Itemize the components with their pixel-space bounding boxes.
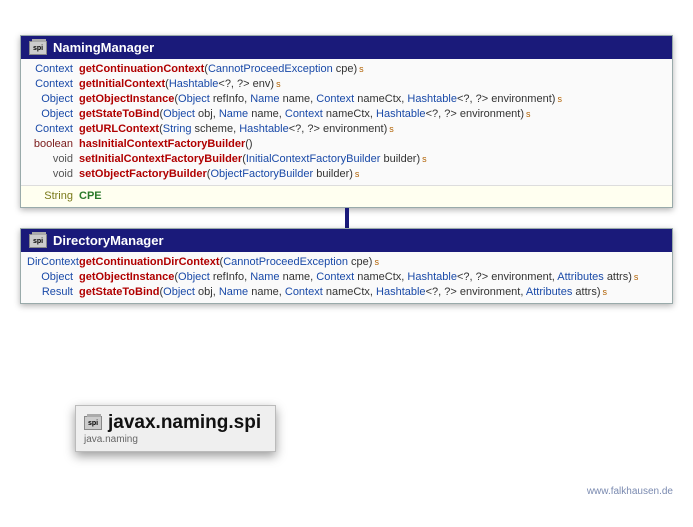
- method-name: hasInitialContextFactoryBuilder: [79, 137, 245, 152]
- method-row: voidsetInitialContextFactoryBuilder (Ini…: [27, 152, 666, 167]
- method-params: (Object refInfo, Name name, Context name…: [174, 92, 555, 107]
- return-type: void: [27, 167, 79, 182]
- return-type: Result: [27, 285, 79, 300]
- return-type: Object: [27, 270, 79, 285]
- static-icon: s: [359, 62, 364, 77]
- class-header: spi DirectoryManager: [21, 229, 672, 252]
- method-name: getObjectInstance: [79, 92, 174, 107]
- method-name: getStateToBind: [79, 285, 159, 300]
- method-name: getContinuationDirContext: [79, 255, 220, 270]
- package-name: javax.naming.spi: [108, 412, 261, 434]
- method-name: setInitialContextFactoryBuilder: [79, 152, 242, 167]
- method-params: (Object refInfo, Name name, Context name…: [174, 270, 632, 285]
- method-row: ContextgetURLContext (String scheme, Has…: [27, 122, 666, 137]
- field-name: CPE: [79, 189, 102, 204]
- method-row: ResultgetStateToBind (Object obj, Name n…: [27, 285, 666, 300]
- footer-link[interactable]: www.falkhausen.de: [587, 486, 673, 497]
- spi-icon: spi: [29, 234, 47, 248]
- static-icon: s: [389, 122, 394, 137]
- static-icon: s: [374, 255, 379, 270]
- method-row: voidsetObjectFactoryBuilder (ObjectFacto…: [27, 167, 666, 182]
- spi-icon: spi: [84, 416, 102, 430]
- method-params: (Hashtable<?, ?> env): [165, 77, 274, 92]
- method-row: ObjectgetStateToBind (Object obj, Name n…: [27, 107, 666, 122]
- method-name: getStateToBind: [79, 107, 159, 122]
- method-params: (CannotProceedException cpe): [204, 62, 357, 77]
- method-row: ObjectgetObjectInstance (Object refInfo,…: [27, 92, 666, 107]
- static-icon: s: [276, 77, 281, 92]
- method-row: ObjectgetObjectInstance (Object refInfo,…: [27, 270, 666, 285]
- class-body: DirContextgetContinuationDirContext (Can…: [21, 252, 672, 303]
- return-type: void: [27, 152, 79, 167]
- method-params: (): [245, 137, 252, 152]
- package-box: spi javax.naming.spi java.naming: [75, 405, 276, 452]
- method-params: (Object obj, Name name, Context nameCtx,…: [159, 107, 524, 122]
- spi-icon: spi: [29, 41, 47, 55]
- class-box: spi DirectoryManager DirContextgetContinua…: [20, 228, 673, 304]
- inheritance-connector: [345, 208, 349, 228]
- field-section: StringCPE: [21, 185, 672, 207]
- method-name: getObjectInstance: [79, 270, 174, 285]
- method-params: (Object obj, Name name, Context nameCtx,…: [159, 285, 600, 300]
- return-type: DirContext: [27, 255, 79, 270]
- static-icon: s: [422, 152, 427, 167]
- method-row: DirContextgetContinuationDirContext (Can…: [27, 255, 666, 270]
- method-name: getContinuationContext: [79, 62, 204, 77]
- class-name: DirectoryManager: [53, 233, 164, 248]
- static-icon: s: [603, 285, 608, 300]
- class-name: NamingManager: [53, 40, 154, 55]
- static-icon: s: [634, 270, 639, 285]
- return-type: Object: [27, 107, 79, 122]
- method-row: booleanhasInitialContextFactoryBuilder (…: [27, 137, 666, 152]
- method-params: (CannotProceedException cpe): [220, 255, 373, 270]
- method-row: ContextgetContinuationContext (CannotPro…: [27, 62, 666, 77]
- static-icon: s: [526, 107, 531, 122]
- package-title: spi javax.naming.spi: [84, 412, 261, 434]
- field-type: String: [27, 189, 79, 204]
- method-name: setObjectFactoryBuilder: [79, 167, 207, 182]
- return-type: Context: [27, 122, 79, 137]
- return-type: Context: [27, 62, 79, 77]
- method-params: (String scheme, Hashtable<?, ?> environm…: [159, 122, 387, 137]
- return-type: Object: [27, 92, 79, 107]
- method-params: (ObjectFactoryBuilder builder): [207, 167, 353, 182]
- static-icon: s: [355, 167, 360, 182]
- return-type: boolean: [27, 137, 79, 152]
- static-icon: s: [557, 92, 562, 107]
- method-name: getURLContext: [79, 122, 159, 137]
- method-row: ContextgetInitialContext (Hashtable<?, ?…: [27, 77, 666, 92]
- package-module: java.naming: [84, 434, 261, 445]
- return-type: Context: [27, 77, 79, 92]
- class-box: spiNamingManagerContextgetContinuationCo…: [20, 35, 673, 208]
- class-header: spi NamingManager: [21, 36, 672, 59]
- method-params: (InitialContextFactoryBuilder builder): [242, 152, 420, 167]
- class-body: ContextgetContinuationContext (CannotPro…: [21, 59, 672, 185]
- method-name: getInitialContext: [79, 77, 165, 92]
- field-row: StringCPE: [27, 189, 666, 204]
